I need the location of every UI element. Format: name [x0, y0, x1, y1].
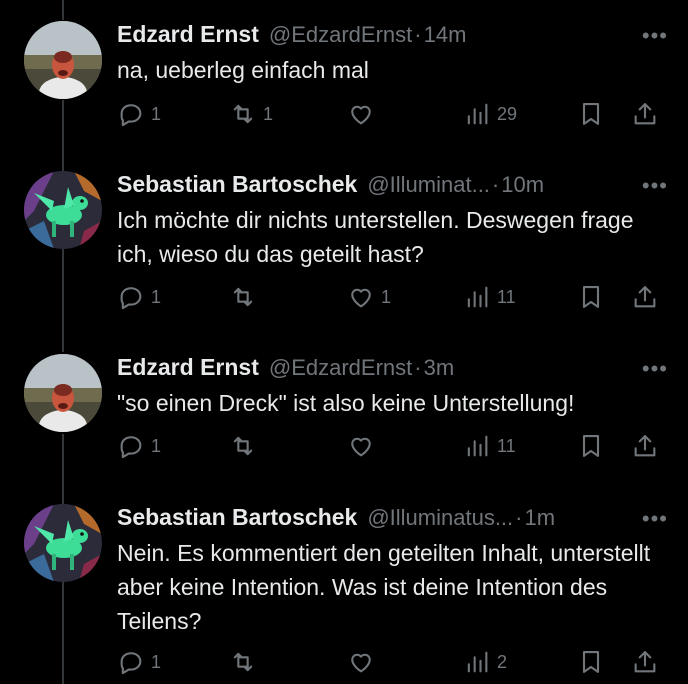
retweet-count: 1: [263, 103, 274, 124]
bookmark-button[interactable]: [577, 97, 605, 131]
separator-dot: ·: [491, 172, 500, 197]
share-button[interactable]: [631, 280, 659, 314]
reply-icon: [120, 104, 142, 127]
tweet-text: Ich möchte dir nichts unterstellen. Desw…: [117, 207, 634, 267]
bookmark-icon: [582, 651, 600, 673]
avatar[interactable]: [24, 21, 102, 99]
avatar[interactable]: [24, 354, 102, 432]
tweet[interactable]: Edzard Ernst @EdzardErnst · 3m ••• "so e…: [0, 354, 688, 489]
retweet-icon: [233, 104, 253, 124]
separator-dot: ·: [515, 505, 523, 530]
views-icon: [467, 435, 488, 457]
heart-icon: [351, 653, 371, 673]
author-handle[interactable]: @EdzardErnst: [269, 355, 412, 381]
timestamp[interactable]: 1m: [524, 505, 555, 531]
reply-count: 1: [151, 435, 162, 456]
views-icon: [467, 103, 488, 125]
share-button[interactable]: [631, 645, 659, 679]
reply-count: 1: [151, 103, 162, 124]
separator-dot: ·: [414, 355, 422, 380]
views-button[interactable]: 11: [463, 429, 516, 463]
bookmark-icon: [582, 286, 600, 308]
like-button[interactable]: [347, 429, 381, 463]
author-handle[interactable]: @EdzardErnst: [269, 22, 412, 48]
more-icon[interactable]: •••: [642, 23, 668, 49]
more-icon[interactable]: •••: [642, 173, 668, 199]
author-handle[interactable]: @Illuminatus...: [367, 505, 513, 531]
author-name[interactable]: Edzard Ernst: [117, 21, 259, 48]
views-button[interactable]: 11: [463, 280, 516, 314]
author-handle[interactable]: @Illuminat...: [367, 172, 490, 198]
share-button[interactable]: [631, 429, 659, 463]
tweet[interactable]: Edzard Ernst @EdzardErnst · 14m ••• na, …: [0, 21, 688, 156]
bookmark-icon: [582, 103, 600, 125]
like-button[interactable]: [347, 97, 381, 131]
avatar[interactable]: [24, 504, 102, 582]
bookmark-button[interactable]: [577, 645, 605, 679]
like-button[interactable]: [347, 645, 381, 679]
views-button[interactable]: 2: [463, 645, 507, 679]
reply-icon: [120, 436, 142, 459]
action-bar: 1 1 11: [117, 280, 662, 314]
reply-count: 1: [151, 651, 162, 672]
author-name[interactable]: Edzard Ernst: [117, 354, 259, 381]
retweet-button[interactable]: [229, 645, 263, 679]
separator-dot: ·: [414, 22, 422, 47]
retweet-icon: [233, 652, 253, 672]
heart-icon: [351, 105, 371, 125]
retweet-icon: [233, 287, 253, 307]
more-icon[interactable]: •••: [642, 506, 668, 532]
reply-icon: [120, 652, 142, 675]
action-bar: 1 1 29: [117, 97, 662, 131]
heart-icon: [351, 437, 371, 457]
like-count: 1: [381, 286, 392, 307]
like-button[interactable]: 1: [347, 280, 391, 314]
reply-button[interactable]: 1: [117, 280, 161, 314]
share-icon: [634, 103, 656, 125]
action-bar: 1 2: [117, 645, 662, 679]
tweet-header: Sebastian Bartoschek @Illuminatus... · 1…: [117, 504, 668, 534]
views-icon: [467, 651, 488, 673]
share-icon: [634, 651, 656, 673]
retweet-button[interactable]: [229, 280, 263, 314]
timestamp[interactable]: 10m: [501, 172, 544, 198]
reply-button[interactable]: 1: [117, 97, 161, 131]
thread-line: [62, 0, 64, 20]
share-icon: [634, 435, 656, 457]
action-bar: 1 11: [117, 429, 662, 463]
views-icon: [467, 286, 488, 308]
tweet-header: Sebastian Bartoschek @Illuminat... · 10m…: [117, 171, 668, 201]
reply-button[interactable]: 1: [117, 429, 161, 463]
tweet-text: "so einen Dreck" ist also keine Unterste…: [117, 390, 575, 416]
share-icon: [634, 286, 656, 308]
bookmark-icon: [582, 435, 600, 457]
bookmark-button[interactable]: [577, 429, 605, 463]
reply-button[interactable]: 1: [117, 645, 161, 679]
share-button[interactable]: [631, 97, 659, 131]
timestamp[interactable]: 14m: [424, 22, 467, 48]
reply-icon: [120, 287, 142, 310]
views-count: 29: [497, 103, 518, 124]
tweet[interactable]: Sebastian Bartoschek @Illuminatus... · 1…: [0, 504, 688, 684]
more-icon[interactable]: •••: [642, 356, 668, 382]
tweet-text: na, ueberleg einfach mal: [117, 57, 369, 83]
views-button[interactable]: 29: [463, 97, 517, 131]
timestamp[interactable]: 3m: [424, 355, 455, 381]
avatar[interactable]: [24, 171, 102, 249]
retweet-button[interactable]: [229, 429, 263, 463]
views-count: 11: [497, 435, 516, 456]
tweet-header: Edzard Ernst @EdzardErnst · 3m •••: [117, 354, 668, 384]
views-count: 2: [497, 651, 508, 672]
retweet-icon: [233, 436, 253, 456]
reply-count: 1: [151, 286, 162, 307]
views-count: 11: [497, 286, 516, 307]
tweet-header: Edzard Ernst @EdzardErnst · 14m •••: [117, 21, 668, 51]
heart-icon: [351, 288, 371, 308]
bookmark-button[interactable]: [577, 280, 605, 314]
tweet-text: Nein. Es kommentiert den geteilten Inhal…: [117, 540, 651, 634]
retweet-button[interactable]: 1: [229, 97, 273, 131]
author-name[interactable]: Sebastian Bartoschek: [117, 171, 357, 198]
author-name[interactable]: Sebastian Bartoschek: [117, 504, 357, 531]
tweet[interactable]: Sebastian Bartoschek @Illuminat... · 10m…: [0, 171, 688, 341]
